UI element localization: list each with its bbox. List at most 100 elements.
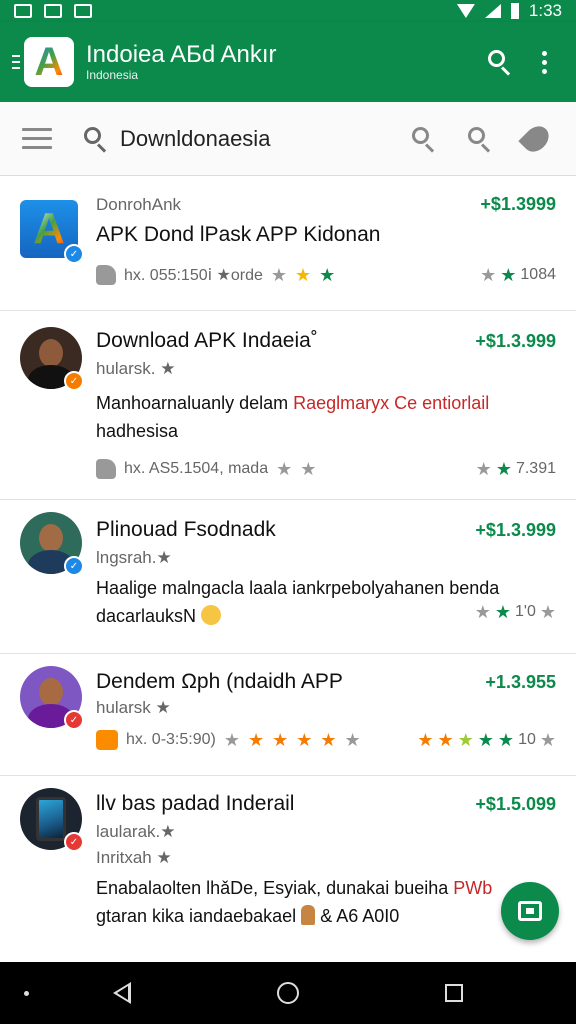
list-item[interactable]: ✓ Plinouad Fsodnadk +$1.3.999 lngsrah.★ … (0, 500, 576, 654)
briefcase-icon (44, 4, 62, 18)
avatar: ✓ (20, 327, 84, 391)
star-icon: ★ (247, 730, 265, 750)
recents-button[interactable] (445, 984, 463, 1002)
back-button[interactable] (113, 982, 131, 1004)
search-icon (412, 126, 436, 153)
voice-button[interactable] (516, 119, 556, 159)
star-icon: ★ (480, 265, 497, 285)
star-icon: ★ (437, 730, 454, 750)
clock: 1:33 (528, 1, 562, 20)
star-icon: ★ (296, 730, 313, 750)
app-title: APK Dond lPask APP Kidonan (96, 223, 381, 246)
price[interactable]: +$1.3.999 (475, 520, 556, 541)
verified-badge-icon: ✓ (64, 710, 84, 730)
zoom-button[interactable] (460, 119, 500, 159)
search-icon (488, 50, 512, 76)
app-list: A ✓ DonrohAnk +$1.3999 APK Dond lPask AP… (0, 176, 576, 952)
star-icon: ★ (500, 265, 517, 285)
verified-badge-icon: ✓ (64, 371, 84, 391)
star-icon: ★ (497, 730, 515, 750)
floating-action-button[interactable] (501, 882, 559, 940)
search-bar: Downldonaesia (0, 102, 576, 176)
overflow-menu-button[interactable] (522, 40, 566, 84)
app-bar: A Indoiea AБd Ankır Indonesia (0, 22, 576, 102)
thumbs-up-icon (96, 459, 116, 479)
star-icon: ★ (270, 265, 288, 285)
rating-count: 10 (518, 731, 536, 748)
signal-icon (484, 4, 501, 18)
shield-icon (74, 4, 92, 18)
star-icon: ★ (295, 265, 312, 285)
wifi-icon (456, 4, 475, 18)
app-title: Download APK Indaeia˚ (96, 329, 318, 352)
price[interactable]: +$1.3.999 (475, 331, 556, 352)
system-nav-bar (0, 962, 576, 1024)
price[interactable]: +$1.3999 (480, 194, 556, 215)
verified-badge-icon: ✓ (64, 556, 84, 576)
star-icon: ★ (417, 730, 434, 750)
feather-icon (518, 120, 554, 157)
app-title: Dendem Ωph (ndaidh APP (96, 670, 343, 693)
app-subtitle: hularsk. ★ (96, 359, 176, 378)
star-icon: ★ (495, 459, 512, 479)
avatar: ✓ (20, 666, 84, 730)
star-icon: ★ (539, 730, 556, 750)
avatar: ✓ (20, 512, 84, 576)
notification-icons (14, 4, 92, 18)
search-icon (84, 126, 108, 153)
list-item[interactable]: ✓ Download APK Indaeia˚ +$1.3.999 hulars… (0, 311, 576, 500)
star-icon: ★ (272, 730, 289, 750)
app-title: Plinouad Fsodnadk (96, 518, 276, 541)
search-button[interactable] (404, 119, 444, 159)
rating-count: 1084 (520, 266, 556, 283)
menu-icon[interactable] (22, 128, 52, 149)
star-icon: ★ (320, 730, 337, 750)
emoji-icon (301, 905, 316, 925)
app-icon: A ✓ (20, 200, 84, 264)
search-input[interactable]: Downldonaesia (120, 126, 376, 152)
home-button[interactable] (277, 982, 299, 1004)
price[interactable]: +$1.5.099 (475, 794, 556, 815)
meta-text: hx. 0-3:5:90) (126, 731, 216, 748)
developer-name: DonrohAnk (96, 195, 182, 214)
star-icon: ★ (300, 459, 317, 479)
more-vert-icon (541, 50, 547, 74)
app-title: llv bas padad Inderail (96, 792, 295, 815)
star-icon: ★ (457, 730, 474, 750)
star-icon: ★ (344, 730, 361, 750)
star-icon: ★ (477, 730, 494, 750)
list-item[interactable]: A ✓ DonrohAnk +$1.3999 APK Dond lPask AP… (0, 176, 576, 311)
battery-icon (510, 3, 519, 19)
verified-badge-icon: ✓ (64, 832, 84, 852)
app-subtitle-secondary: Inritxah ★ (96, 848, 172, 867)
app-subtitle: lngsrah.★ (96, 548, 172, 567)
app-description: Enabalaolten lhǎDe, Esyiak, dunakai buei… (96, 878, 493, 926)
star-icon: ★ (276, 459, 293, 479)
save-icon (518, 901, 542, 921)
avatar: ✓ (20, 788, 84, 852)
system-icons: 1:33 (456, 1, 562, 21)
app-title: Indoiea AБd Ankır (86, 41, 277, 68)
drawer-icon[interactable] (12, 55, 20, 69)
zoom-icon (468, 126, 492, 153)
star-icon: ★ (475, 459, 492, 479)
list-item[interactable]: ✓ Dendem Ωph (ndaidh APP +1.3.955 hulars… (0, 654, 576, 776)
list-item[interactable]: ✓ llv bas padad Inderail +$1.5.099 laula… (0, 776, 576, 952)
fire-icon (96, 730, 118, 750)
app-subtitle: hularsk ★ (96, 698, 171, 717)
star-icon: ★ (474, 602, 491, 622)
app-logo: A (24, 37, 74, 87)
rating-count: 7.391 (515, 460, 556, 477)
price[interactable]: +1.3.955 (485, 672, 556, 693)
emoji-icon (201, 605, 222, 625)
star-icon: ★ (539, 602, 556, 622)
app-subtitle: laularak.★ (96, 822, 176, 841)
star-icon: ★ (494, 602, 511, 622)
meta-text: hx. 055:150ⅰ ★orde (124, 267, 263, 284)
star-icon: ★ (319, 265, 336, 285)
search-button[interactable] (478, 40, 522, 84)
app-description: Manhoarnaluanly delam Raeglmaryx Ce enti… (96, 393, 490, 441)
dot-icon (24, 991, 29, 996)
app-subtitle: Indonesia (86, 68, 139, 82)
image-icon (14, 4, 32, 18)
